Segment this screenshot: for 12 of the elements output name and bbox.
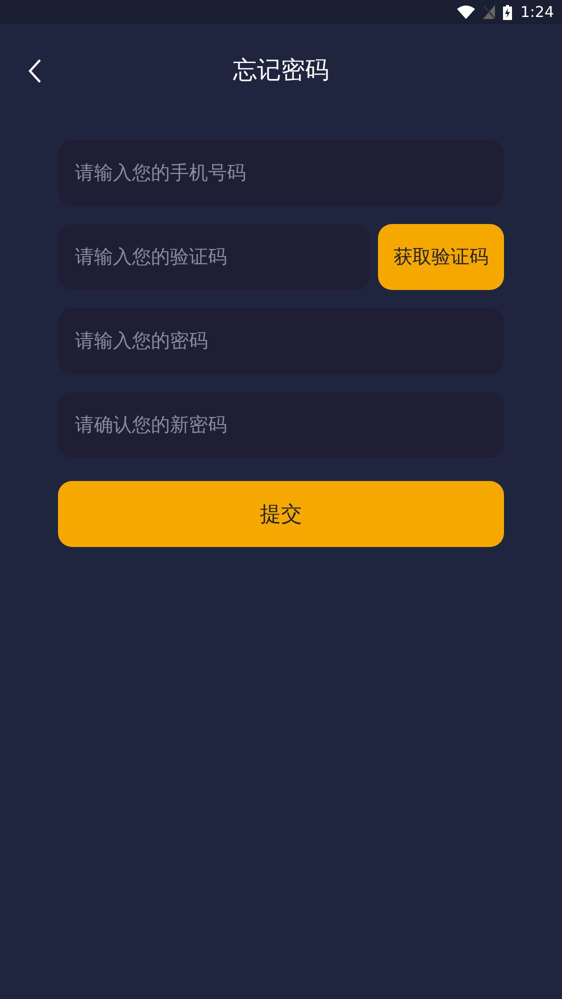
submit-button[interactable]: 提交 [58,481,504,547]
input-field[interactable]: 请输入您的密码 [58,308,504,374]
page-title: 忘记密码 [233,55,329,86]
status-time: 1:24 [520,3,554,21]
input-field[interactable]: 请输入您的验证码 [58,224,370,290]
no-signal-icon [483,5,496,19]
input-field[interactable]: 请确认您的新密码 [58,392,504,458]
input-field[interactable]: 请输入您的手机号码 [58,140,504,206]
battery-charging-icon [503,4,512,20]
back-icon[interactable] [28,58,42,84]
get-code-button[interactable]: 获取验证码 [378,224,504,290]
wifi-icon [457,5,476,19]
